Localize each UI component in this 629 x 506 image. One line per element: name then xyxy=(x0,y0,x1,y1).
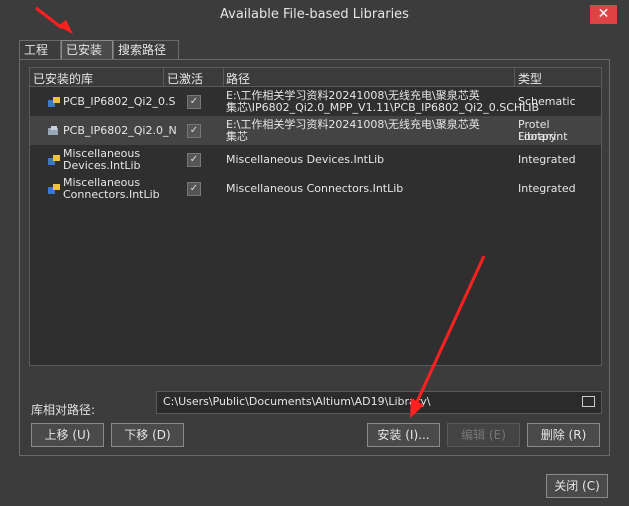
remove-button[interactable]: 删除 (R) xyxy=(527,423,600,447)
col-separator[interactable] xyxy=(223,68,224,86)
footprint-library-icon xyxy=(48,126,58,135)
active-checkbox[interactable]: ✓ xyxy=(187,182,201,196)
table-row[interactable]: PCB_IP6802_Qi2_0.S ✓ E:\工作相关学习资料20241008… xyxy=(30,87,601,116)
library-path-line2: 集芯 xyxy=(226,130,248,143)
library-name-line2: Devices.IntLib xyxy=(63,159,141,172)
close-button[interactable]: 关闭 (C) xyxy=(546,474,608,498)
move-up-button[interactable]: 上移 (U) xyxy=(31,423,104,447)
window-title: Available File-based Libraries xyxy=(220,7,409,22)
library-name-line2: Connectors.IntLib xyxy=(63,188,160,201)
integrated-library-icon xyxy=(48,184,60,194)
install-button[interactable]: 安装 (I)... xyxy=(367,423,440,447)
library-path: Miscellaneous Connectors.IntLib xyxy=(226,182,404,195)
col-path[interactable]: 路径 xyxy=(226,70,250,87)
title-bar: Available File-based Libraries ✕ xyxy=(0,0,629,30)
library-name: PCB_IP6802_Qi2_0.S xyxy=(63,95,176,108)
table-row[interactable]: Miscellaneous Devices.IntLib ✓ Miscellan… xyxy=(30,145,601,174)
library-type: Integrated xyxy=(518,182,576,195)
folder-icon[interactable] xyxy=(582,396,595,407)
edit-button: 编辑 (E) xyxy=(447,423,520,447)
col-separator[interactable] xyxy=(514,68,515,86)
col-type[interactable]: 类型 xyxy=(518,70,542,87)
schematic-library-icon xyxy=(48,97,60,107)
installed-panel: 已安装的库 已激活 路径 类型 PCB_IP6802_Qi2_0.S ✓ E:\… xyxy=(19,59,610,456)
library-table: 已安装的库 已激活 路径 类型 PCB_IP6802_Qi2_0.S ✓ E:\… xyxy=(29,67,602,366)
table-row[interactable]: Miscellaneous Connectors.IntLib ✓ Miscel… xyxy=(30,174,601,203)
active-checkbox[interactable]: ✓ xyxy=(187,153,201,167)
col-active[interactable]: 已激活 xyxy=(167,70,203,87)
library-name: PCB_IP6802_Qi2.0_N xyxy=(63,124,177,137)
tab-installed[interactable]: 已安装 xyxy=(61,40,113,60)
library-type-line2: Library xyxy=(518,130,557,143)
integrated-library-icon xyxy=(48,155,60,165)
relative-path-field[interactable]: C:\Users\Public\Documents\Altium\AD19\Li… xyxy=(156,391,602,414)
relative-path-label: 库相对路径: xyxy=(31,403,96,417)
table-header: 已安装的库 已激活 路径 类型 xyxy=(30,68,601,87)
close-icon[interactable]: ✕ xyxy=(590,5,617,24)
tab-project[interactable]: 工程 xyxy=(19,40,61,60)
library-path: Miscellaneous Devices.IntLib xyxy=(226,153,385,166)
active-checkbox[interactable]: ✓ xyxy=(187,124,201,138)
col-library[interactable]: 已安装的库 xyxy=(33,70,93,87)
active-checkbox[interactable]: ✓ xyxy=(187,95,201,109)
col-separator[interactable] xyxy=(163,68,164,86)
library-path-line1: E:\工作相关学习资料20241008\无线充电\聚泉芯英 xyxy=(226,118,480,131)
table-row-selected[interactable]: PCB_IP6802_Qi2.0_N ✓ E:\工作相关学习资料20241008… xyxy=(30,116,601,145)
library-type: Schematic xyxy=(518,95,576,108)
move-down-button[interactable]: 下移 (D) xyxy=(111,423,184,447)
relative-path-value: C:\Users\Public\Documents\Altium\AD19\Li… xyxy=(163,395,431,408)
tab-search-path[interactable]: 搜索路径 xyxy=(113,40,179,60)
library-path-line2: 集芯\IP6802_Qi2.0_MPP_V1.11\PCB_IP6802_Qi2… xyxy=(226,101,540,114)
library-type: Integrated xyxy=(518,153,576,166)
